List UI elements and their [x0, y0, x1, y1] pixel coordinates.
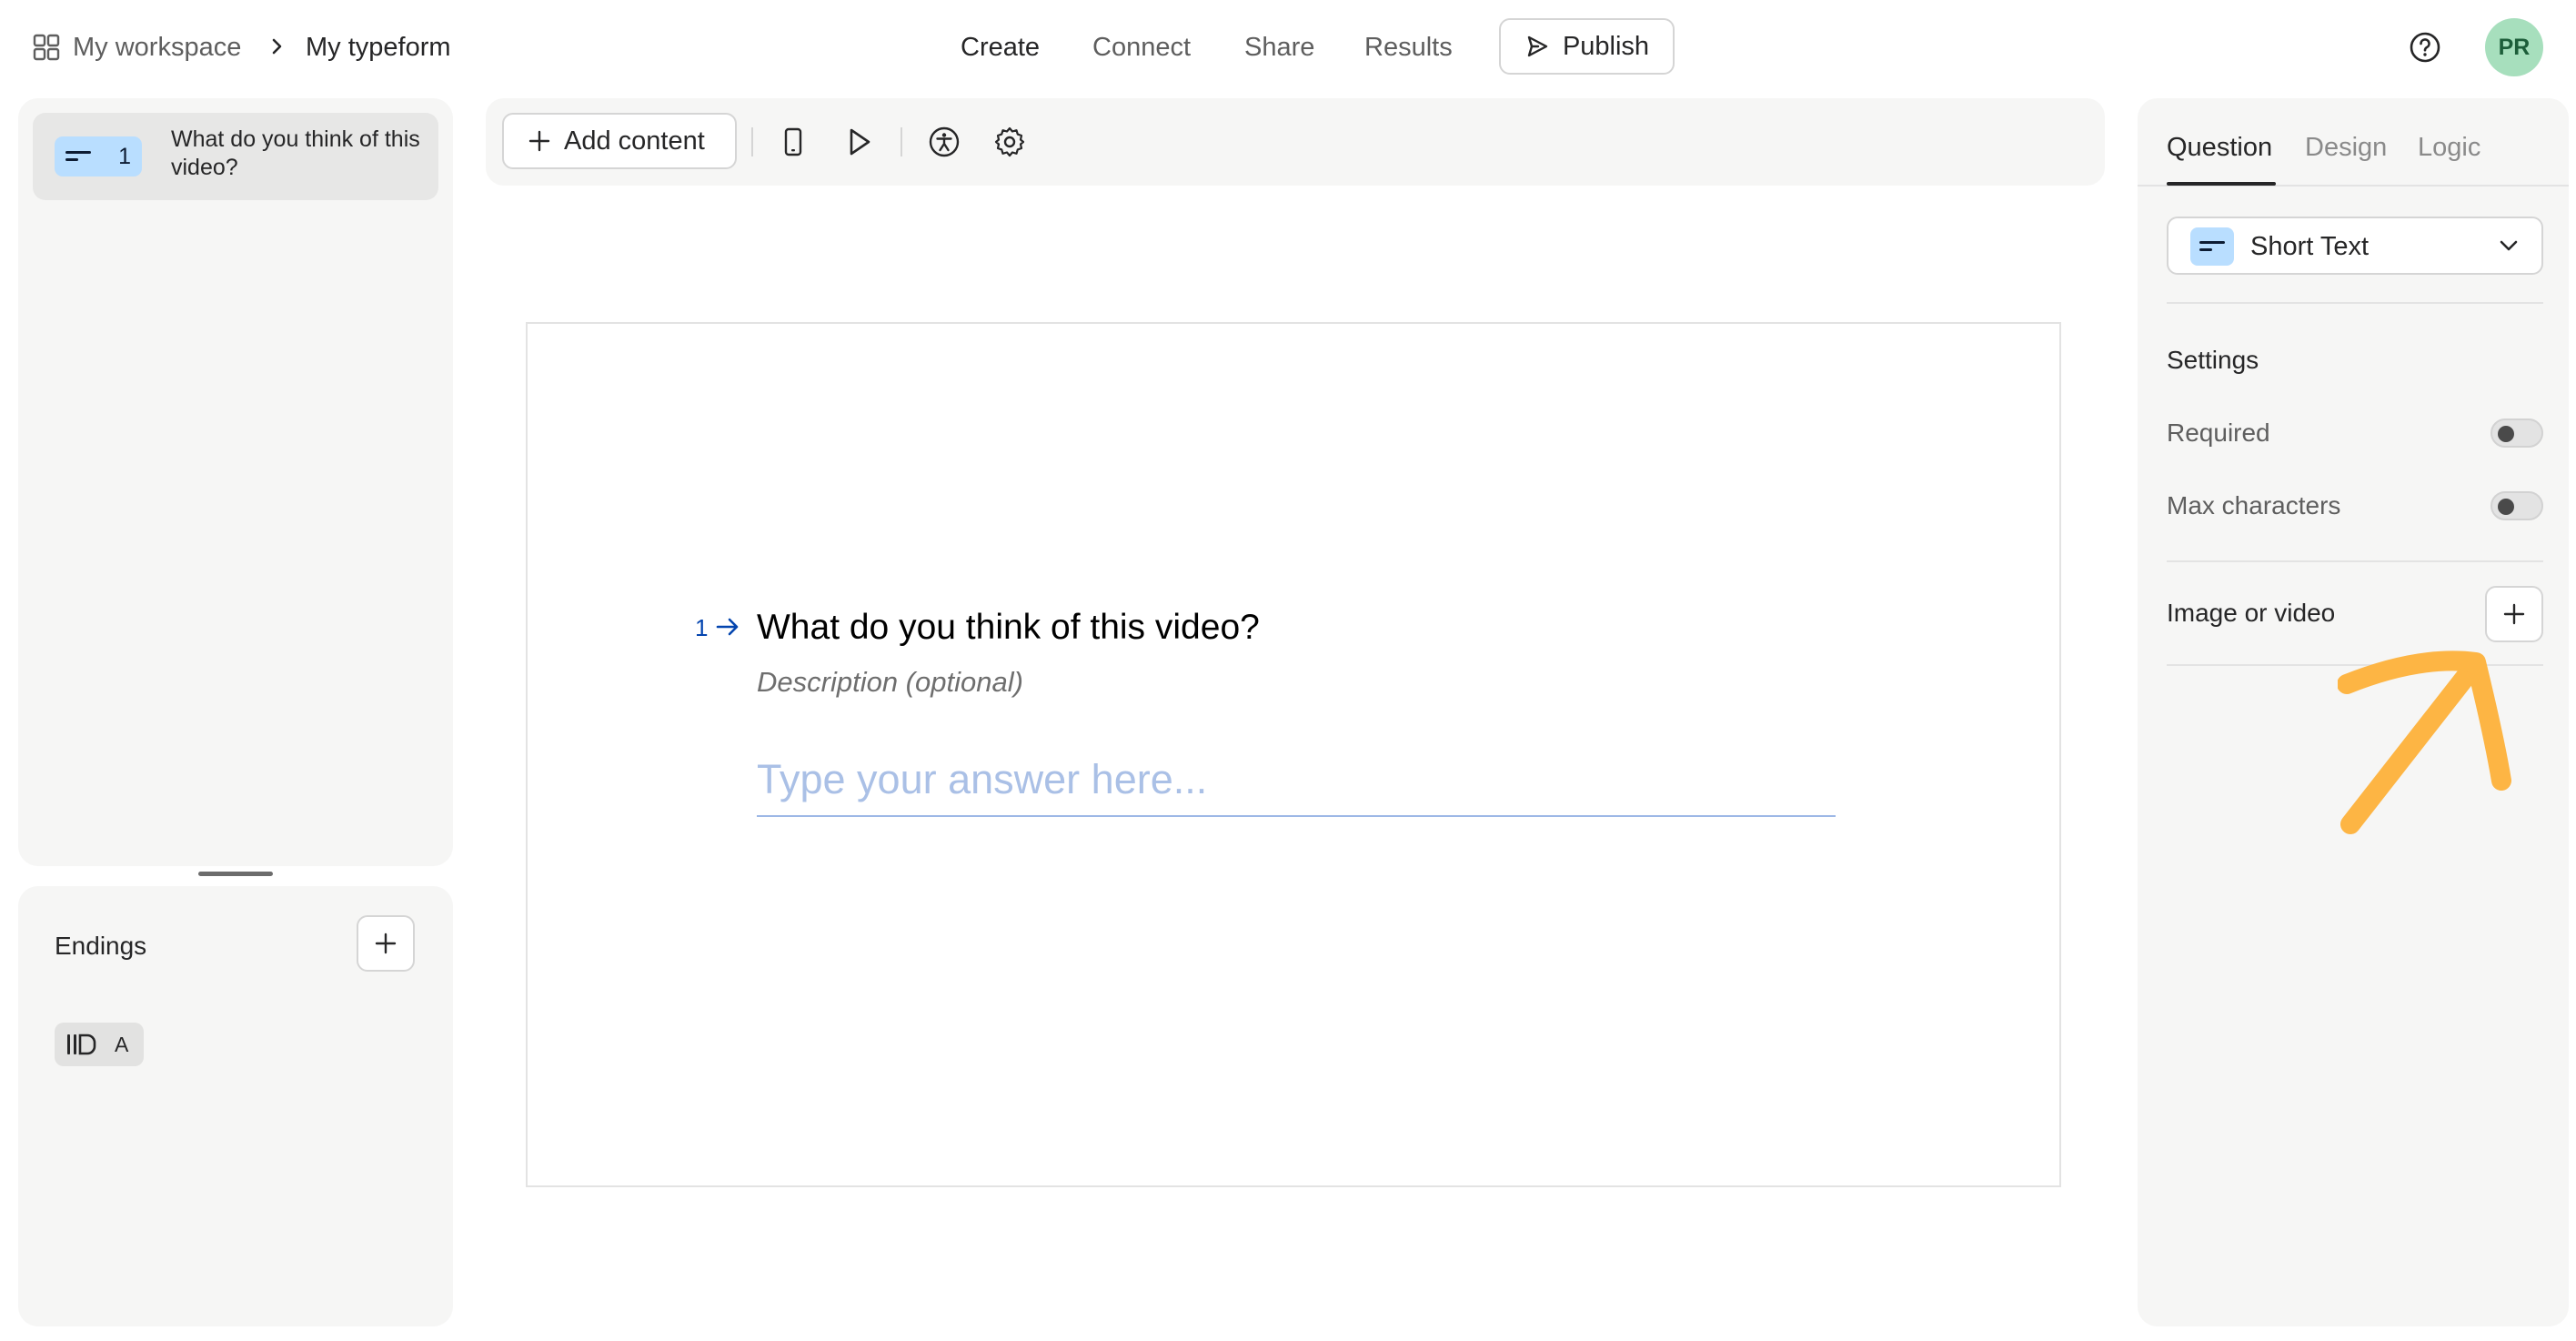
top-bar: My workspace My typeform Create Connect …: [0, 0, 2576, 95]
max-characters-toggle[interactable]: [2490, 491, 2543, 520]
max-characters-label: Max characters: [2167, 491, 2341, 519]
toolbar-divider: [901, 127, 902, 156]
chevron-down-icon: [2500, 240, 2518, 251]
add-content-button[interactable]: Add content: [502, 113, 737, 169]
nav-results[interactable]: Results: [1364, 27, 1453, 67]
toolbar-divider: [751, 127, 753, 156]
add-content-label: Add content: [564, 126, 705, 156]
sidebar-question-title: What do you think of this video?: [171, 126, 420, 180]
accessibility-icon[interactable]: [928, 126, 961, 158]
sidebar-question-item[interactable]: 1 What do you think of this video?: [33, 113, 438, 200]
active-tab-indicator: [2167, 182, 2276, 186]
question-title[interactable]: What do you think of this video?: [757, 602, 1260, 653]
plus-icon: [375, 933, 397, 954]
required-label: Required: [2167, 418, 2270, 447]
endings-panel: Endings A: [18, 886, 453, 1326]
form-preview-canvas: 1 What do you think of this video? Descr…: [526, 322, 2061, 1187]
play-icon[interactable]: [842, 126, 875, 158]
gear-icon[interactable]: [993, 126, 1026, 158]
section-divider: [2167, 302, 2543, 304]
breadcrumb-form-name[interactable]: My typeform: [306, 27, 451, 67]
ending-icon: [67, 1033, 96, 1055]
question-description[interactable]: Description (optional): [757, 662, 1023, 702]
required-toggle[interactable]: [2490, 418, 2543, 448]
plus-icon: [528, 130, 550, 152]
question-number-label: 1: [695, 614, 709, 641]
breadcrumb-workspace[interactable]: My workspace: [73, 27, 241, 67]
ending-letter: A: [115, 1033, 129, 1056]
panel-resize-handle[interactable]: [198, 872, 273, 876]
answer-input[interactable]: [757, 744, 1836, 817]
nav-connect[interactable]: Connect: [1092, 27, 1191, 67]
image-or-video-label: Image or video: [2167, 599, 2336, 627]
section-divider: [2167, 560, 2543, 562]
question-type-dropdown[interactable]: Short Text: [2167, 217, 2543, 275]
endings-heading: Endings: [55, 932, 147, 960]
annotation-arrow-icon: [2338, 650, 2511, 834]
question-type-label: Short Text: [2250, 232, 2370, 261]
short-text-icon: [65, 151, 91, 161]
publish-label: Publish: [1562, 31, 1650, 61]
ending-item[interactable]: A: [55, 1023, 144, 1066]
tab-logic[interactable]: Logic: [2418, 127, 2480, 167]
publish-button[interactable]: Publish: [1499, 18, 1675, 75]
user-avatar[interactable]: PR: [2485, 18, 2543, 76]
question-type-badge: [2190, 227, 2234, 266]
nav-share[interactable]: Share: [1244, 27, 1314, 67]
help-icon[interactable]: [2409, 31, 2441, 64]
send-icon: [1527, 35, 1548, 57]
arrow-right-icon: [716, 618, 739, 636]
tab-question[interactable]: Question: [2167, 127, 2272, 167]
nav-create[interactable]: Create: [961, 27, 1040, 67]
question-number: 1: [118, 144, 131, 169]
short-text-icon: [2199, 241, 2225, 251]
chevron-right-icon: [272, 38, 282, 55]
workspace-grid-icon[interactable]: [33, 34, 60, 61]
mobile-preview-icon[interactable]: [777, 126, 810, 158]
editor-toolbar: Add content: [486, 98, 2105, 186]
questions-panel: 1 What do you think of this video?: [18, 98, 453, 866]
toggle-knob: [2498, 426, 2514, 442]
add-image-or-video-button[interactable]: [2485, 586, 2543, 642]
question-type-badge: 1: [55, 136, 142, 176]
plus-icon: [2503, 603, 2525, 625]
toggle-knob: [2498, 499, 2514, 515]
settings-heading: Settings: [2167, 346, 2259, 374]
tab-design[interactable]: Design: [2305, 127, 2387, 167]
add-ending-button[interactable]: [357, 915, 415, 972]
